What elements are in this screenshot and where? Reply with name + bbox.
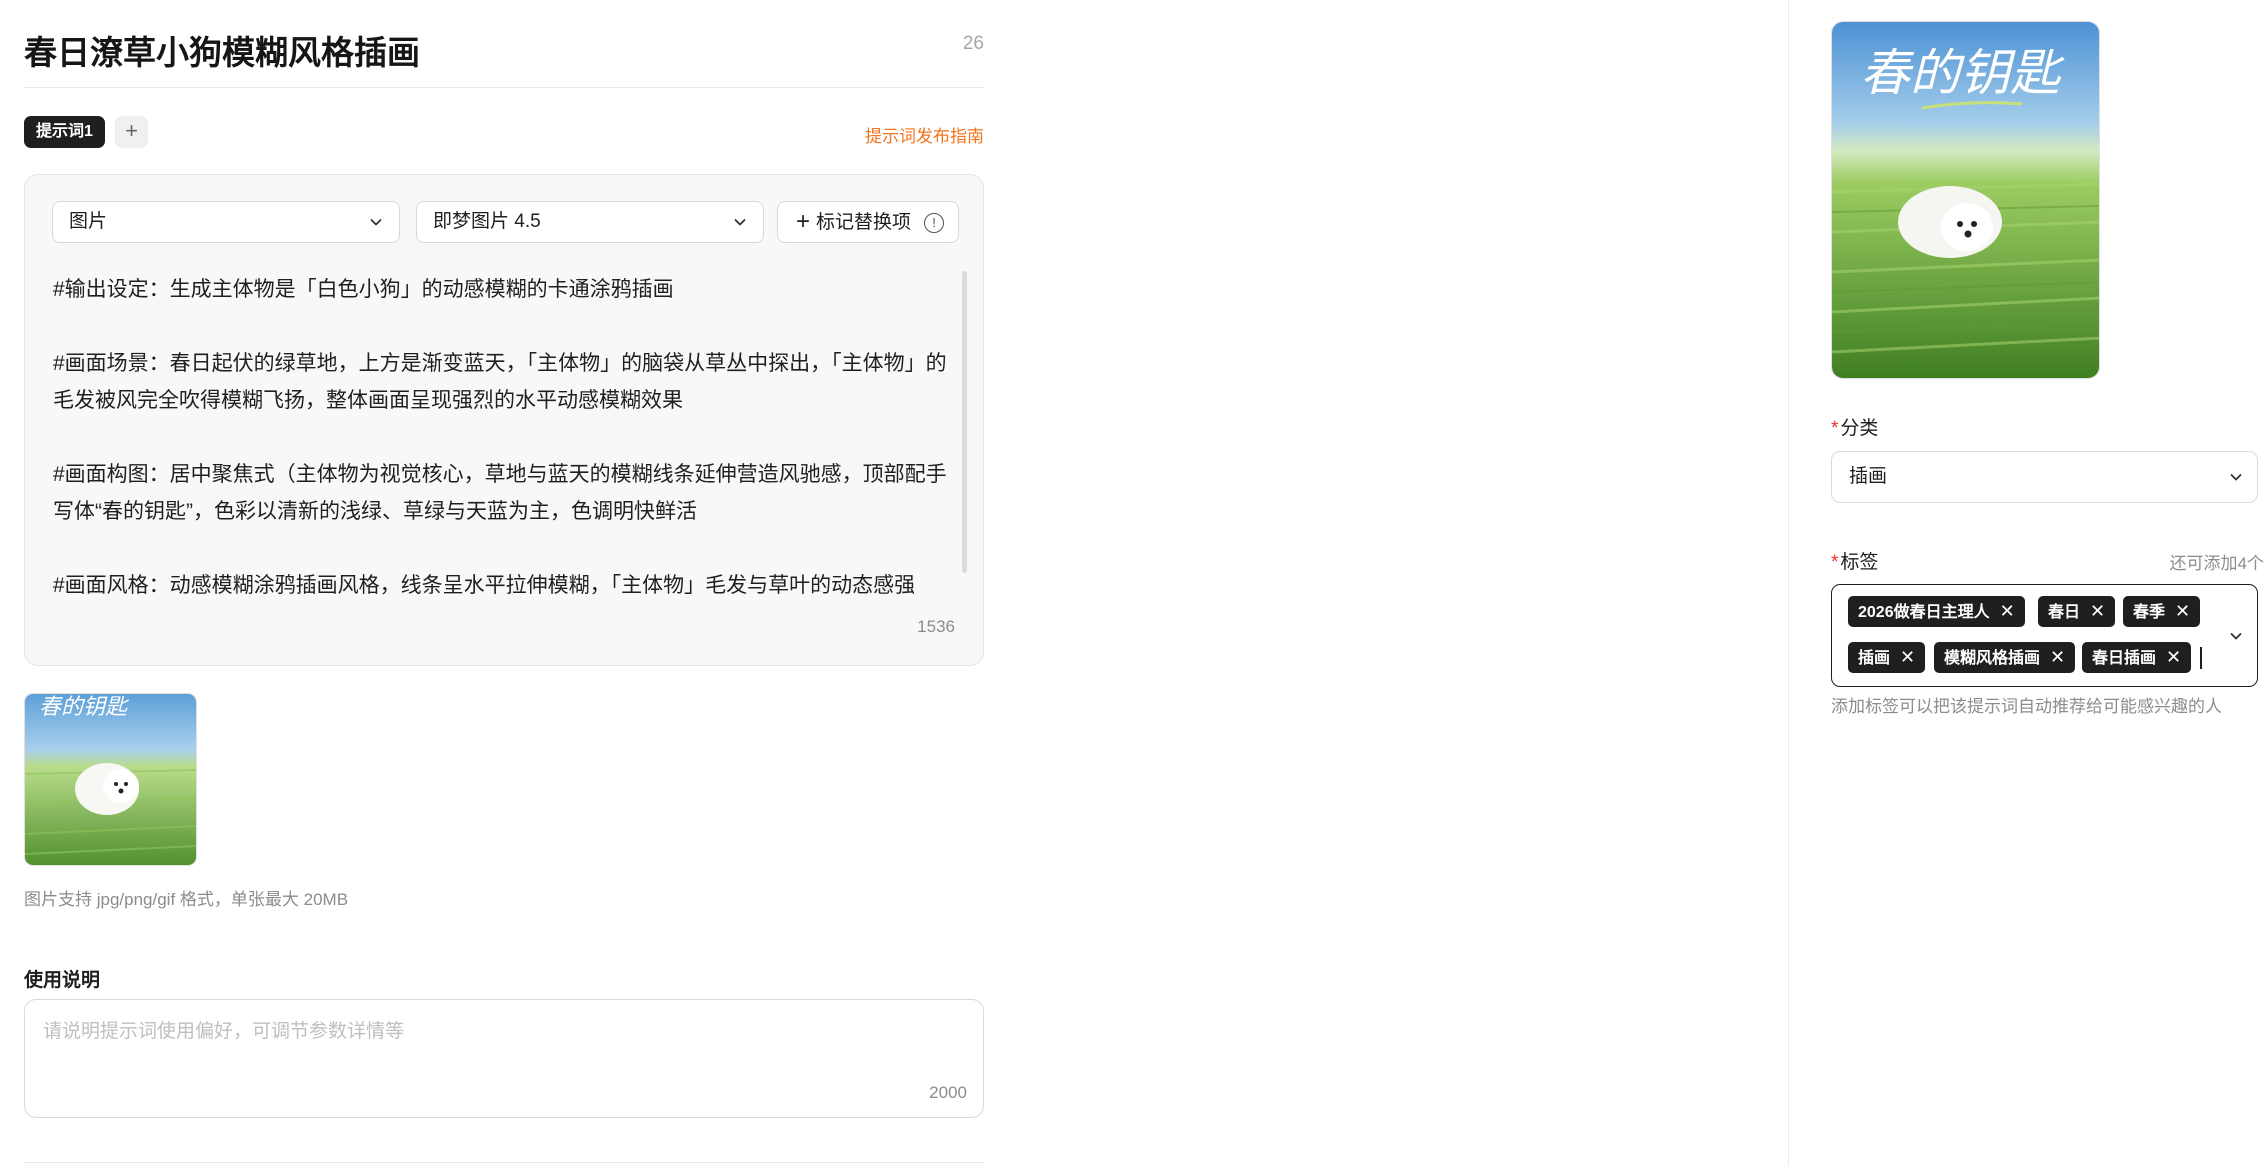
prompt-scrollbar[interactable] [962,271,967,573]
page-title[interactable]: 春日潦草小狗模糊风格插画 [24,26,420,74]
tab-prompt-1[interactable]: 提示词1 [24,116,105,148]
category-select[interactable]: 插画 [1831,451,2258,503]
tag-chip[interactable]: 春日 ✕ [2038,596,2116,627]
close-icon[interactable]: ✕ [2166,647,2181,667]
tag-chip[interactable]: 模糊风格插画 ✕ [1934,642,2076,673]
cover-illustration: 春的钥匙 [1832,22,2099,378]
category-label-text: 分类 [1840,418,1879,439]
usage-char-count: 2000 [929,1083,967,1102]
uploaded-image-thumbnail[interactable]: 春的钥匙 [24,693,197,866]
tag-chip[interactable]: 春日插画 ✕ [2082,642,2192,673]
prompt-char-count: 1536 [917,617,955,636]
category-label: * 分类 [1831,413,1878,440]
tags-label: * 标签 [1831,547,1878,574]
tag-chip-label: 模糊风格插画 [1944,650,2041,667]
usage-label: 使用说明 [24,970,101,991]
model-select-value: 即梦图片 4.5 [433,211,541,232]
add-prompt-tab-button[interactable]: + [115,116,148,148]
required-mark: * [1831,552,1839,573]
type-select-value: 图片 [69,211,108,232]
category-select-value: 插画 [1849,466,1888,487]
divider [24,1162,984,1163]
tag-chip[interactable]: 插画 ✕ [1848,642,1926,673]
mark-replace-button[interactable]: + 标记替换项 ! [777,201,959,243]
type-select[interactable]: 图片 [52,201,400,243]
chevron-down-icon [370,218,382,226]
chevron-down-icon [2230,473,2242,481]
tag-chip-label: 春日 [2048,604,2081,621]
title-row: 春日潦草小狗模糊风格插画 26 [24,0,984,88]
publish-guide-link[interactable]: 提示词发布指南 [865,122,984,147]
mark-replace-label: 标记替换项 [816,212,912,233]
tags-input[interactable]: 2026做春日主理人 ✕ 春日 ✕ 春季 ✕ 插画 ✕ 模糊风格插画 ✕ 春日插画 ✕ [1831,584,2258,687]
chevron-down-icon [734,218,746,226]
close-icon[interactable]: ✕ [2050,647,2065,667]
model-select[interactable]: 即梦图片 4.5 [416,201,764,243]
tags-label-text: 标签 [1840,552,1879,573]
tags-hint: 添加标签可以把该提示词自动推荐给可能感兴趣的人 [1831,697,2222,716]
chevron-down-icon[interactable] [2229,629,2243,643]
close-icon[interactable]: ✕ [2090,601,2105,621]
close-icon[interactable]: ✕ [1900,647,1915,667]
tag-chip[interactable]: 春季 ✕ [2123,596,2201,627]
tags-remaining: 还可添加4个 [2169,554,2264,573]
plus-icon: + [796,208,811,235]
prompt-textarea[interactable]: #输出设定：生成主体物是「白色小狗」的动感模糊的卡通涂鸦插画 #画面场景：春日起… [53,271,963,601]
prompt-tabs: 提示词1 + 提示词发布指南 [24,88,984,172]
tag-chip-label: 春季 [2133,604,2166,621]
info-icon[interactable]: ! [924,213,944,233]
tag-chip-label: 春日插画 [2092,650,2157,667]
thumbnail-illustration: 春的钥匙 [25,694,196,865]
thumbnail-title: 春的钥匙 [39,695,130,720]
text-caret [2200,647,2202,669]
title-char-count: 26 [962,33,984,54]
usage-placeholder: 请说明提示词使用偏好，可调节参数详情等 [43,1021,405,1042]
close-icon[interactable]: ✕ [2175,601,2190,621]
tag-chip[interactable]: 2026做春日主理人 ✕ [1848,596,2025,627]
image-format-note: 图片支持 jpg/png/gif 格式，单张最大 20MB [24,890,349,909]
usage-textarea[interactable]: 请说明提示词使用偏好，可调节参数详情等 2000 [24,999,984,1118]
sidebar-divider [1788,0,1789,1166]
close-icon[interactable]: ✕ [2000,601,2015,621]
prompt-editor-card: 图片 即梦图片 4.5 + 标记替换项 ! #输出设定：生成主体物是「白色小狗」的… [24,174,984,666]
tag-chip-label: 插画 [1858,650,1891,667]
prompt-editor-panel: 春日潦草小狗模糊风格插画 26 提示词1 + 提示词发布指南 图片 即梦图片 4… [24,0,984,1163]
tag-chip-label: 2026做春日主理人 [1858,604,1990,621]
required-mark: * [1831,418,1839,439]
cover-image[interactable]: 春的钥匙 [1831,21,2100,379]
cover-title: 春的钥匙 [1860,44,2065,102]
